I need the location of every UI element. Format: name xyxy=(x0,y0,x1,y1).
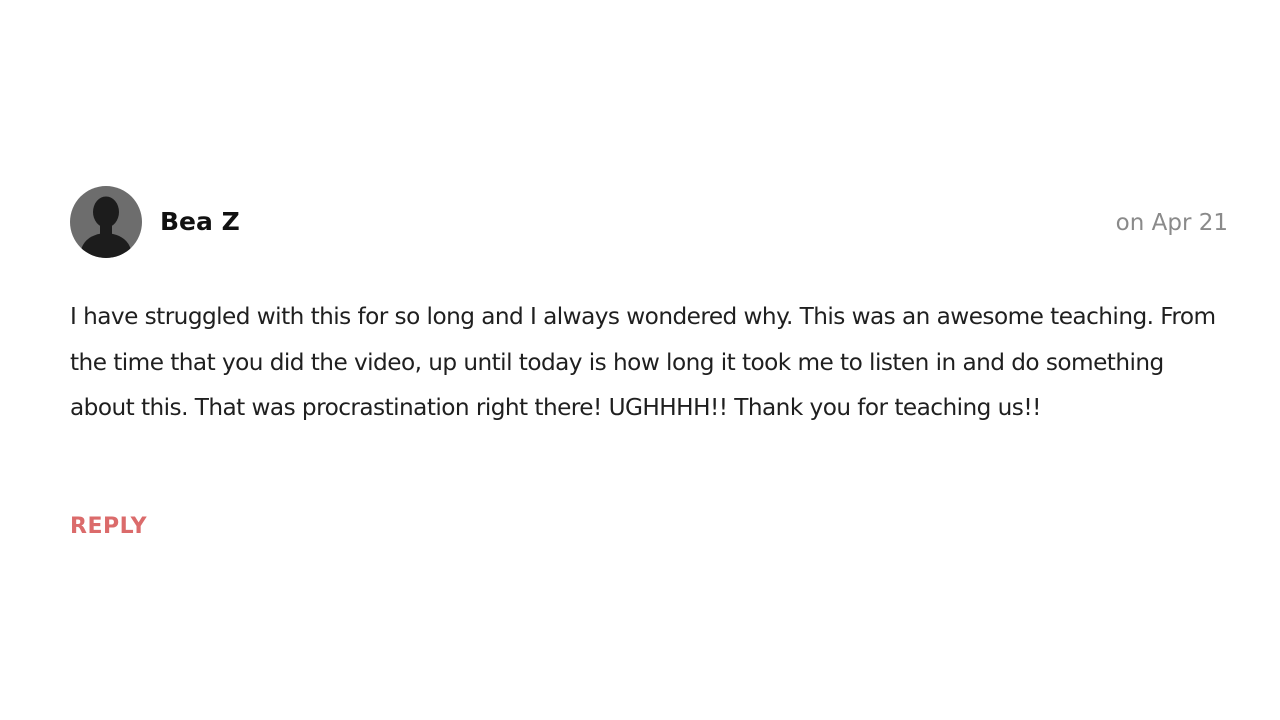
reply-button[interactable]: REPLY xyxy=(70,513,147,541)
comment-text: I have struggled with this for so long a… xyxy=(70,303,1216,421)
comment-date: on Apr 21 xyxy=(1115,210,1228,236)
avatar xyxy=(70,186,142,258)
comment-header: Bea Z on Apr 21 xyxy=(70,186,1230,260)
user-silhouette-icon xyxy=(80,196,132,258)
author-name[interactable]: Bea Z xyxy=(160,206,240,238)
comment-card: Bea Z on Apr 21 I have struggled with th… xyxy=(70,186,1230,539)
